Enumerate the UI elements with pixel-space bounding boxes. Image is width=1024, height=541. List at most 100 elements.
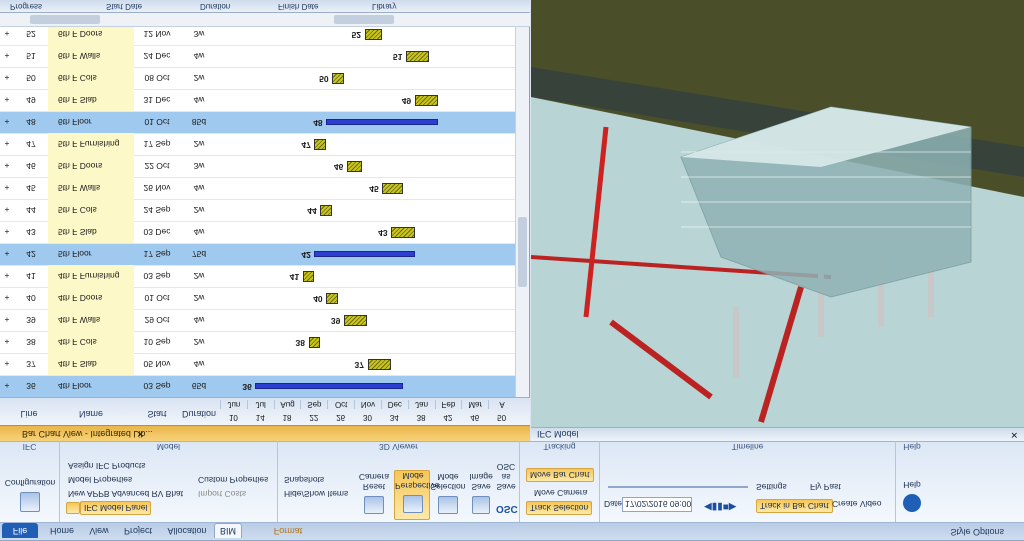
task-bar[interactable]: [302, 271, 315, 282]
col-line[interactable]: Line: [14, 409, 44, 419]
summary-bar[interactable]: [255, 383, 403, 389]
track-in-bar-chart-button[interactable]: Track in Bar Chart: [756, 499, 833, 513]
configuration-button[interactable]: Configuration: [2, 478, 58, 488]
month-label: Oct: [327, 400, 355, 409]
hide-show-items-button[interactable]: Hide/Show Items: [284, 489, 348, 499]
row-name: 4th F Doors: [48, 287, 134, 309]
month-label: Aug: [273, 400, 301, 409]
reset-camera-button[interactable]: Reset Camera: [356, 472, 392, 492]
date-field[interactable]: 17/02/2016 09:00: [622, 497, 692, 512]
table-row[interactable]: +50 6th F Cols 08 Oct 2w 50: [0, 67, 515, 89]
new-app-button[interactable]: New APPB Advanced RV Bhat: [68, 489, 183, 499]
move-bar-chart-button[interactable]: Move Bar Chart: [526, 468, 594, 482]
col-duration[interactable]: Duration: [180, 409, 218, 419]
table-row[interactable]: +48 6th Floor 01 Oct 85d 48: [0, 111, 515, 133]
fly-past-button[interactable]: Fly Past: [810, 482, 841, 492]
selection-mode-button[interactable]: Selection Mode: [430, 472, 466, 492]
bar-label: 42: [301, 250, 311, 260]
task-bar[interactable]: [364, 29, 383, 40]
tab-bim[interactable]: BIM: [214, 523, 242, 538]
save-as-osc-button[interactable]: Save as OSC: [492, 462, 520, 492]
expand-icon: +: [4, 161, 10, 171]
custom-properties-button[interactable]: Custom Properties: [198, 475, 268, 485]
task-bar[interactable]: [382, 183, 403, 194]
horizontal-scrollbar[interactable]: [0, 13, 530, 27]
table-row[interactable]: +45 5th F Walls 26 Nov 4w 45: [0, 177, 515, 199]
table-row[interactable]: +41 4th F Furnishing 03 Sep 2w 41: [0, 265, 515, 287]
playback-controls[interactable]: ◀▮▮■▶: [704, 501, 736, 512]
task-bar[interactable]: [332, 73, 344, 84]
row-line: 43: [26, 227, 36, 237]
task-bar[interactable]: [314, 139, 327, 150]
tab-allocation[interactable]: Allocation: [162, 523, 212, 538]
col-start[interactable]: Start: [136, 409, 178, 419]
task-bar[interactable]: [391, 227, 415, 238]
group-tracking: Track Selection Move Camera Move Bar Cha…: [520, 440, 600, 522]
tab-file[interactable]: File: [2, 523, 38, 538]
close-icon[interactable]: ✕: [136, 428, 144, 439]
progress-dropdown[interactable]: Progress: [10, 2, 42, 11]
ifc-model-title-bar: IFC Model ✕: [531, 427, 1024, 441]
task-bar[interactable]: [405, 51, 430, 62]
timeline-slider[interactable]: [608, 486, 748, 488]
create-video-button[interactable]: Create Video: [832, 499, 881, 509]
assign-ifc-products-button[interactable]: Assign IFC Products: [68, 461, 145, 471]
finish-date-dropdown[interactable]: Finish Date: [278, 2, 318, 11]
row-duration: 2w: [193, 271, 205, 281]
table-row[interactable]: +46 5th F Doors 22 Oct 3w 46: [0, 155, 515, 177]
summary-bar[interactable]: [326, 119, 439, 125]
model-properties-button[interactable]: Model Properties: [68, 475, 132, 485]
table-row[interactable]: +43 5th F Slab 03 Dec 4w 43: [0, 221, 515, 243]
tab-view[interactable]: View: [84, 523, 114, 538]
tab-format[interactable]: Format: [268, 523, 308, 538]
help-button[interactable]: Help: [896, 480, 928, 490]
row-line: 45: [26, 183, 36, 193]
library-dropdown[interactable]: Library: [372, 2, 396, 11]
ifc-model-panel-button[interactable]: IFC Model Panel: [80, 501, 152, 515]
move-camera-button[interactable]: Move Camera: [534, 488, 587, 498]
pin-close-icon[interactable]: ✕: [1010, 429, 1018, 440]
row-start: 24 Sep: [143, 205, 171, 215]
table-row[interactable]: +44 5th F Cols 24 Sep 2w 44: [0, 199, 515, 221]
task-bar[interactable]: [367, 359, 392, 370]
table-row[interactable]: +47 5th F Furnishing 17 Sep 2w 47: [0, 133, 515, 155]
tab-project[interactable]: Project: [118, 523, 158, 538]
table-row[interactable]: +52 6th F Doors 12 Nov 3w 52: [0, 27, 515, 45]
row-line: 39: [26, 315, 36, 325]
settings-button[interactable]: Settings: [756, 482, 787, 492]
row-name: 5th F Walls: [48, 177, 134, 199]
task-bar[interactable]: [343, 315, 368, 326]
duration-dropdown[interactable]: Duration: [200, 2, 230, 11]
snapshots-button[interactable]: Snapshots: [284, 475, 324, 485]
task-bar[interactable]: [414, 95, 439, 106]
table-row[interactable]: +37 4th F Slab 05 Nov 4w 37: [0, 353, 515, 375]
table-row[interactable]: +49 6th F Slab 31 Dec 4w 49: [0, 89, 515, 111]
table-row[interactable]: +51 6th F Walls 24 Dec 4w 51: [0, 45, 515, 67]
3d-model-viewport[interactable]: [531, 0, 1024, 427]
table-row[interactable]: +38 4th F Cols 10 Sep 2w 38: [0, 331, 515, 353]
summary-bar[interactable]: [314, 251, 415, 257]
table-row[interactable]: +40 4th F Doors 01 Oct 2w 40: [0, 287, 515, 309]
row-line: 50: [26, 73, 36, 83]
track-selection-button[interactable]: Track Selection: [526, 501, 593, 515]
style-options-menu[interactable]: Style Options: [950, 527, 1004, 537]
month-label: Nov: [354, 400, 381, 409]
task-bar[interactable]: [320, 205, 333, 216]
task-bar[interactable]: [346, 161, 362, 172]
row-line: 52: [26, 29, 36, 39]
table-row[interactable]: +42 5th Floor 17 Sep 75d 42: [0, 243, 515, 265]
table-row[interactable]: +36 4th Floor 03 Sep 65d 36: [0, 375, 515, 397]
table-row[interactable]: +39 4th F Walls 29 Oct 4w 39: [0, 309, 515, 331]
perspective-mode-button[interactable]: Perspective Mode: [394, 470, 439, 520]
column-header: Line Name Start Duration Jun Jul Aug Sep Oct…: [0, 397, 530, 425]
ribbon: Configuration IFC IFC Model Panel New AP…: [0, 440, 1024, 523]
tab-home[interactable]: Home: [44, 523, 80, 538]
row-duration: 65d: [191, 381, 207, 391]
import-costs-button[interactable]: Import Costs: [198, 489, 246, 499]
task-bar[interactable]: [326, 293, 338, 304]
col-name[interactable]: Name: [48, 409, 134, 419]
vertical-scrollbar[interactable]: [515, 27, 529, 397]
row-name: 4th F Furnishing: [48, 265, 134, 287]
task-bar[interactable]: [308, 337, 321, 348]
start-date-dropdown[interactable]: Start Date: [106, 2, 142, 11]
